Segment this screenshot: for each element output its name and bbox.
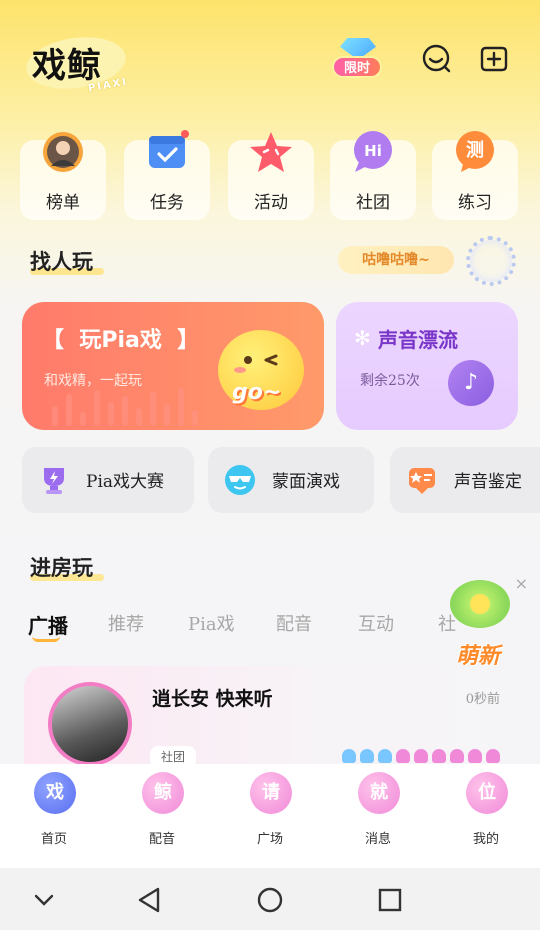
messages-icon: 就	[358, 772, 400, 814]
practice-badge: 测	[466, 140, 484, 161]
logo-text: 戏鲸	[32, 46, 102, 86]
limited-time-promo[interactable]: 限时	[330, 38, 386, 82]
nav-messages[interactable]: 就 消息	[338, 772, 418, 862]
hi-bubble-icon: Hi	[354, 131, 392, 172]
profile-icon: 位	[466, 772, 508, 814]
category-club[interactable]: Hi 社团	[330, 130, 416, 220]
tab-recommend[interactable]: 推荐	[108, 610, 144, 636]
play-pia-card[interactable]: 【 玩Pia戏 】 和戏精，一起玩 go~	[22, 302, 324, 430]
find-section-title: 找人玩	[30, 249, 93, 274]
add-square-icon[interactable]	[478, 42, 510, 74]
nav-dubbing[interactable]: 鲸 配音	[122, 772, 202, 862]
pia-card-title: 【 玩Pia戏 】	[42, 328, 200, 353]
category-event[interactable]: 活动	[228, 130, 314, 220]
gugu-bubble[interactable]: 咕噜咕噜~	[338, 246, 454, 274]
avatar-crown-icon	[43, 132, 83, 172]
tab-pia[interactable]: Pia戏	[188, 610, 235, 636]
room-section-title: 进房玩	[30, 555, 93, 580]
room-avatar	[48, 682, 132, 766]
newbie-float-promo[interactable]: 萌新 ×	[436, 574, 536, 670]
category-task[interactable]: 任务	[124, 130, 210, 220]
star-card-icon	[409, 468, 435, 494]
room-title: 逍长安 快来听	[152, 688, 273, 710]
active-tab-indicator	[32, 636, 60, 642]
promo-label: 限时	[332, 56, 382, 78]
sunglasses-icon	[225, 465, 255, 495]
category-label: 活动	[254, 193, 288, 213]
nav-label: 消息	[364, 832, 391, 847]
star-icon	[250, 132, 292, 172]
smile-chat-icon[interactable]	[420, 42, 452, 74]
dubbing-icon: 鲸	[142, 772, 184, 814]
asterisk-icon: ✻	[354, 326, 371, 350]
home-circle-icon[interactable]	[250, 880, 290, 920]
home-icon: 戏	[34, 772, 76, 814]
person-icon	[450, 749, 464, 763]
voice-card-subtitle: 剩余25次	[360, 373, 420, 389]
category-label: 社团	[356, 193, 390, 213]
category-practice[interactable]: 测 练习	[432, 130, 518, 220]
room-time: 0秒前	[465, 692, 500, 707]
close-icon[interactable]: ×	[515, 574, 528, 593]
music-note-icon: ♪	[448, 360, 494, 406]
person-icon	[360, 749, 374, 763]
app-logo: 戏鲸 PIAXI	[23, 31, 134, 96]
person-icon	[378, 749, 392, 763]
nav-label: 我的	[472, 832, 499, 847]
nav-label: 广场	[256, 832, 283, 847]
system-navigation-bar	[0, 868, 540, 930]
person-icon	[486, 749, 500, 763]
tab-dubbing[interactable]: 配音	[276, 610, 312, 636]
sparkle-ring-icon[interactable]	[466, 236, 516, 286]
chip-label: 声音鉴定	[454, 472, 522, 492]
trophy-icon	[44, 468, 64, 494]
bottom-navigation: 戏 首页 鲸 配音 请 广场 就 消息 位 我的	[0, 764, 540, 868]
voice-drift-card[interactable]: ✻ 声音漂流 剩余25次 ♪	[336, 302, 518, 430]
nav-plaza[interactable]: 请 广场	[230, 772, 310, 862]
category-rank[interactable]: 榜单	[20, 130, 106, 220]
person-icon	[396, 749, 410, 763]
chevron-down-icon[interactable]	[24, 880, 64, 920]
recents-square-icon[interactable]	[370, 880, 410, 920]
nav-label: 首页	[40, 832, 67, 847]
chip-voice-identify[interactable]: 声音鉴定	[390, 447, 540, 513]
tab-interact[interactable]: 互动	[358, 610, 394, 636]
nav-profile[interactable]: 位 我的	[446, 772, 526, 862]
category-label: 练习	[458, 193, 492, 213]
person-icon	[468, 749, 482, 763]
svg-text:Hi: Hi	[364, 142, 382, 160]
pia-card-subtitle: 和戏精，一起玩	[44, 373, 142, 389]
chip-masked-acting[interactable]: 蒙面演戏	[208, 447, 374, 513]
chip-label: Pia戏大赛	[86, 472, 165, 492]
chip-label: 蒙面演戏	[272, 472, 340, 492]
person-icon	[414, 749, 428, 763]
category-label: 任务	[150, 193, 184, 213]
plaza-icon: 请	[250, 772, 292, 814]
room-people-icons	[342, 748, 504, 764]
category-label: 榜单	[46, 193, 80, 213]
sound-bars	[52, 386, 212, 426]
person-icon	[432, 749, 446, 763]
calendar-check-icon	[149, 130, 189, 168]
float-promo-text: 萌新	[456, 644, 501, 669]
nav-home[interactable]: 戏 首页	[14, 772, 94, 862]
mascot-go-text: go~	[232, 380, 282, 405]
person-icon	[342, 749, 356, 763]
back-triangle-icon[interactable]	[130, 880, 170, 920]
voice-card-title: 声音漂流	[378, 328, 458, 352]
flower-icon	[450, 580, 510, 628]
tab-broadcast[interactable]: 广播	[28, 610, 68, 639]
nav-label: 配音	[148, 832, 175, 847]
chip-pia-contest[interactable]: Pia戏大赛	[22, 447, 194, 513]
